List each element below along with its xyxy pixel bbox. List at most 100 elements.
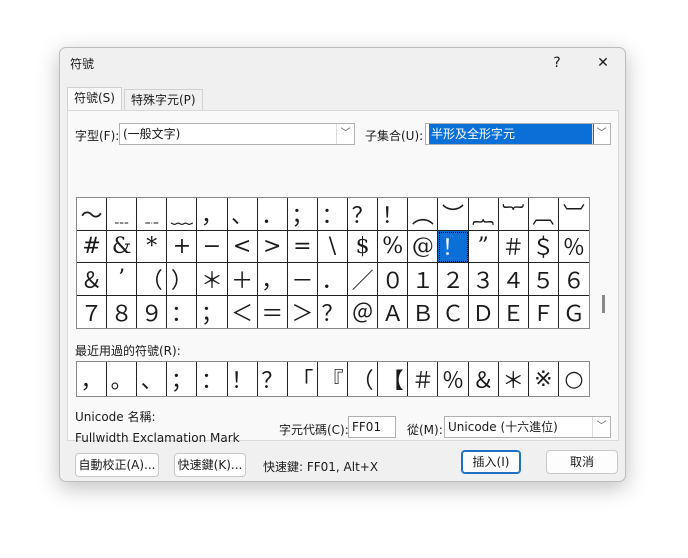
recent-symbol-cell[interactable]: 【	[378, 362, 409, 396]
symbol-cell[interactable]: >	[257, 230, 288, 263]
recent-symbol-cell[interactable]: 「	[288, 362, 318, 396]
symbol-cell[interactable]: ＊	[197, 263, 228, 296]
symbol-cell[interactable]: －	[287, 263, 318, 296]
symbol-cell[interactable]: ！	[378, 198, 409, 231]
symbol-cell[interactable]: ’	[107, 263, 138, 296]
shortcut-key-button[interactable]: 快速鍵(K)...	[174, 453, 246, 477]
from-select[interactable]: Unicode (十六進位) ﹀	[444, 416, 611, 438]
symbol-cell[interactable]: ？	[318, 295, 349, 328]
close-button[interactable]: ✕	[586, 50, 620, 76]
recent-symbol-cell[interactable]: ？	[258, 362, 288, 396]
symbol-cell[interactable]: Ｂ	[408, 295, 439, 328]
symbol-cell[interactable]: ５	[528, 263, 559, 296]
symbol-cell[interactable]: ）	[167, 263, 198, 296]
symbol-cell[interactable]: ９	[137, 295, 168, 328]
symbol-cell[interactable]: ︵	[408, 198, 439, 231]
symbol-cell[interactable]: *	[137, 230, 168, 263]
symbol-cell[interactable]: ．	[317, 263, 349, 296]
recent-symbol-cell[interactable]: ％	[438, 362, 469, 396]
symbol-cell[interactable]: （	[137, 263, 168, 296]
symbol-cell[interactable]: −	[197, 230, 228, 263]
symbol-cell[interactable]: ＄	[528, 230, 559, 263]
symbol-cell[interactable]: Ｇ	[559, 296, 589, 329]
symbol-cell[interactable]: \	[317, 230, 349, 263]
symbol-cell[interactable]: 〜	[77, 198, 108, 231]
symbol-cell[interactable]: ＃	[498, 230, 529, 263]
scrollbar-thumb[interactable]	[602, 295, 605, 313]
cancel-button[interactable]: 取消	[546, 450, 618, 474]
symbol-cell[interactable]: Ｄ	[469, 295, 499, 328]
symbol-cell[interactable]: ？	[348, 198, 379, 231]
symbol-cell[interactable]: ﹍	[107, 198, 138, 231]
symbol-cell[interactable]: ：	[317, 198, 349, 231]
insert-button[interactable]: 插入(I)	[461, 450, 521, 474]
symbol-cell[interactable]: 、	[227, 198, 258, 231]
symbol-cell[interactable]: １	[408, 263, 439, 296]
symbol-cell[interactable]: Ｅ	[499, 295, 529, 328]
symbol-cell[interactable]: ＞	[288, 295, 318, 328]
symbol-cell[interactable]: ︺	[558, 198, 589, 231]
symbol-cell[interactable]: ＜	[228, 295, 258, 328]
symbol-cell[interactable]: ７	[77, 295, 108, 328]
symbol-cell[interactable]: ﹏	[167, 198, 198, 231]
recent-symbol-cell[interactable]: 。	[107, 362, 138, 396]
char-code-input[interactable]: FF01	[348, 416, 396, 438]
recent-symbol-cell[interactable]: ！	[228, 362, 258, 396]
symbol-cell[interactable]: $	[348, 230, 379, 263]
symbol-cell[interactable]: ︹	[528, 198, 559, 231]
symbol-cell[interactable]: ０	[378, 263, 409, 296]
symbol-cell[interactable]: ２	[438, 263, 469, 296]
recent-symbol-cell[interactable]: ＃	[408, 362, 439, 396]
symbol-cell[interactable]: %	[378, 230, 409, 263]
symbol-cell[interactable]: ！	[438, 230, 469, 263]
symbol-cell[interactable]: @	[408, 230, 439, 263]
recent-symbol-cell[interactable]: ※	[529, 362, 559, 396]
symbol-cell[interactable]: ＆	[77, 263, 108, 296]
recent-symbol-cell[interactable]: ，	[77, 362, 108, 396]
symbol-cell[interactable]: ＋	[227, 263, 258, 296]
symbol-cell[interactable]: ；	[197, 295, 228, 328]
symbol-cell[interactable]: ６	[558, 263, 589, 296]
tab-symbols[interactable]: 符號(S)	[67, 87, 122, 111]
recent-symbol-cell[interactable]: 『	[318, 362, 349, 396]
symbol-cell[interactable]: ，	[197, 198, 228, 231]
symbol-cell[interactable]: =	[287, 230, 318, 263]
symbol-grid-scrollbar[interactable]	[597, 195, 611, 327]
symbol-cell[interactable]: ４	[498, 263, 529, 296]
symbol-cell[interactable]: &	[107, 230, 138, 263]
symbol-cell[interactable]: Ｃ	[438, 295, 469, 328]
symbol-cell[interactable]: ３	[468, 263, 499, 296]
symbol-cell[interactable]: ︸	[498, 198, 529, 231]
symbol-cell[interactable]: ＝	[258, 295, 288, 328]
recent-symbol-cell[interactable]: ；	[167, 362, 198, 396]
symbol-cell[interactable]: ，	[257, 263, 288, 296]
symbol-cell[interactable]: ：	[167, 295, 198, 328]
recent-symbol-cell[interactable]: ：	[197, 362, 228, 396]
symbol-cell[interactable]: ﹎	[137, 198, 168, 231]
tab-special-characters[interactable]: 特殊字元(P)	[124, 89, 203, 110]
recent-symbol-cell[interactable]: 、	[137, 362, 168, 396]
autocorrect-button[interactable]: 自動校正(A)...	[75, 453, 159, 477]
recent-symbol-cell[interactable]: ＆	[469, 362, 499, 396]
recent-symbols[interactable]: ，。、；：！？「『（【＃％＆＊ ※ ○	[76, 361, 590, 397]
subset-select[interactable]: 半形及全形字元 ﹀	[425, 123, 611, 145]
symbol-cell[interactable]: ８	[107, 295, 138, 328]
symbol-cell[interactable]: ︶	[438, 198, 469, 231]
symbol-cell[interactable]: ／	[348, 263, 379, 296]
recent-symbol-cell[interactable]: ＊	[499, 362, 529, 396]
symbol-cell[interactable]: ”	[468, 230, 499, 263]
symbol-cell[interactable]: Ｆ	[529, 295, 559, 328]
symbol-cell[interactable]: #	[77, 230, 108, 263]
symbol-cell[interactable]: ＠	[348, 295, 379, 328]
font-select[interactable]: (一般文字) ﹀	[119, 123, 355, 145]
symbol-cell[interactable]: ．	[257, 198, 288, 231]
symbol-cell[interactable]: ︷	[468, 198, 499, 231]
symbol-cell[interactable]: Ａ	[378, 295, 409, 328]
recent-symbol-cell[interactable]: （	[348, 362, 379, 396]
symbol-cell[interactable]: <	[227, 230, 258, 263]
symbol-cell[interactable]: ％	[558, 231, 589, 263]
help-button[interactable]: ?	[540, 50, 574, 76]
symbol-cell[interactable]: +	[167, 230, 198, 263]
recent-symbol-cell[interactable]: ○	[559, 362, 589, 396]
symbol-cell[interactable]: ；	[287, 198, 318, 231]
